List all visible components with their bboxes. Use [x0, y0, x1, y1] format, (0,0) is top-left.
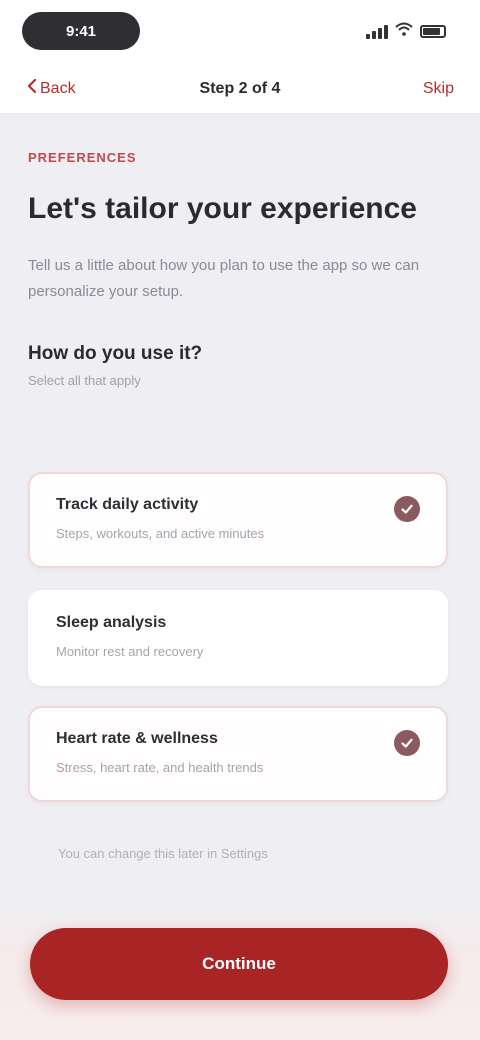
page-title: Let's tailor your experience: [28, 192, 417, 225]
chevron-left-icon: [26, 78, 38, 99]
question-hint: Select all that apply: [28, 373, 141, 388]
battery-icon: [420, 25, 446, 38]
option-description: Steps, workouts, and active minutes: [56, 526, 265, 541]
continue-button[interactable]: Continue: [30, 928, 448, 1000]
signal-icon: [366, 24, 388, 39]
option-card-activity[interactable]: Track daily activity Steps, workouts, an…: [28, 472, 448, 568]
footnote-text: You can change this later in Settings: [58, 846, 268, 861]
option-card-sleep[interactable]: Sleep analysis Monitor rest and recovery: [28, 590, 448, 686]
intro-section: Preferences Let's tailor your experience…: [28, 150, 452, 388]
option-title: Sleep analysis: [56, 614, 167, 631]
option-description: Monitor rest and recovery: [56, 644, 204, 659]
eyebrow-label: Preferences: [28, 150, 137, 165]
option-card-heart-rate[interactable]: Heart rate & wellness Stress, heart rate…: [28, 706, 448, 802]
wifi-icon: [395, 22, 413, 41]
skip-button[interactable]: Skip: [423, 80, 454, 98]
system-icons: [366, 22, 446, 41]
option-description: Stress, heart rate, and health trends: [56, 760, 264, 775]
back-label: Back: [40, 79, 76, 97]
checkmark-icon: [394, 730, 420, 756]
back-button[interactable]: Back: [26, 78, 76, 99]
option-title: Track daily activity: [56, 496, 199, 513]
intro-text: Tell us a little about how you plan to u…: [28, 257, 420, 300]
status-bar: 9:41: [0, 0, 480, 64]
checkmark-icon: [394, 496, 420, 522]
question-title: How do you use it?: [28, 343, 203, 364]
navigation-bar: Back Step 2 of 4 Skip: [0, 64, 480, 114]
option-title: Heart rate & wellness: [56, 730, 218, 747]
status-time: 9:41: [22, 12, 140, 50]
